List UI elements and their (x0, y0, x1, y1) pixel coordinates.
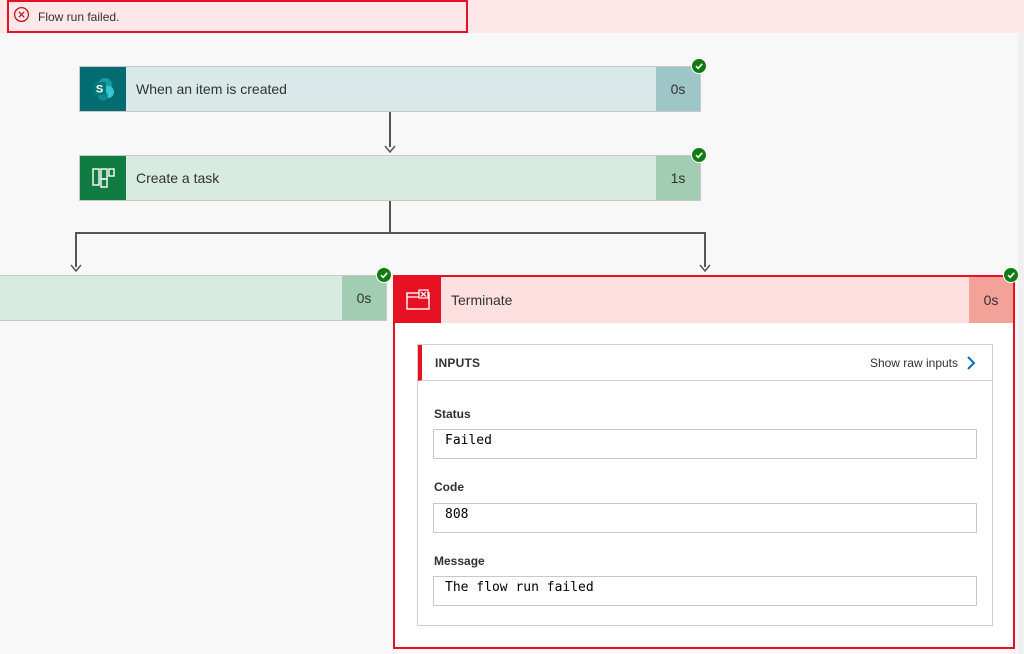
field-label-status: Status (434, 407, 471, 421)
field-label-code: Code (434, 480, 464, 494)
step-card-branch-left[interactable]: 0s (0, 275, 387, 321)
error-circle-icon (13, 6, 30, 28)
arrow-down-icon (384, 145, 396, 153)
field-value-status: Failed (433, 429, 977, 459)
vertical-scrollbar[interactable] (1018, 33, 1024, 654)
show-raw-inputs-label: Show raw inputs (869, 355, 958, 370)
step-title: When an item is created (136, 81, 287, 97)
connector-line (389, 111, 391, 147)
success-check-icon (691, 58, 707, 74)
step-title (0, 276, 342, 320)
connector-line (704, 232, 706, 267)
inputs-header: INPUTS Show raw inputs (418, 345, 992, 381)
show-raw-inputs-link[interactable]: Show raw inputs (870, 355, 976, 371)
success-check-icon (376, 267, 392, 283)
success-check-icon (691, 147, 707, 163)
sharepoint-icon: S (80, 67, 126, 111)
status-message: Flow run failed. (38, 9, 120, 24)
step-duration: 0s (656, 67, 700, 111)
step-duration: 0s (342, 276, 386, 320)
field-label-message: Message (434, 554, 485, 568)
connector-line (75, 232, 77, 267)
terminate-header[interactable]: Terminate 0s (395, 277, 1013, 323)
flow-run-status: Flow run failed. (7, 0, 468, 33)
svg-text:S: S (96, 84, 103, 96)
step-title: Create a task (136, 170, 220, 186)
connector-line (75, 232, 705, 234)
step-duration: 1s (656, 156, 700, 200)
arrow-down-icon (70, 264, 82, 272)
terminate-panel: Terminate 0s INPUTS Show raw inputs Stat… (393, 275, 1015, 649)
step-card-trigger[interactable]: S When an item is created 0s (79, 66, 701, 112)
terminate-title: Terminate (451, 292, 513, 308)
terminate-icon (395, 277, 441, 323)
inputs-heading: INPUTS (435, 355, 481, 370)
terminate-duration: 0s (969, 277, 1013, 323)
arrow-down-icon (699, 264, 711, 272)
step-card-create-task[interactable]: Create a task 1s (79, 155, 701, 201)
connector-line (389, 200, 391, 233)
chevron-right-icon (967, 355, 976, 370)
field-value-message: The flow run failed (433, 576, 977, 606)
inputs-section: INPUTS Show raw inputs Status Failed Cod… (417, 344, 993, 626)
field-value-code: 808 (433, 503, 977, 533)
success-check-icon (1003, 267, 1019, 283)
planner-icon (80, 156, 126, 200)
